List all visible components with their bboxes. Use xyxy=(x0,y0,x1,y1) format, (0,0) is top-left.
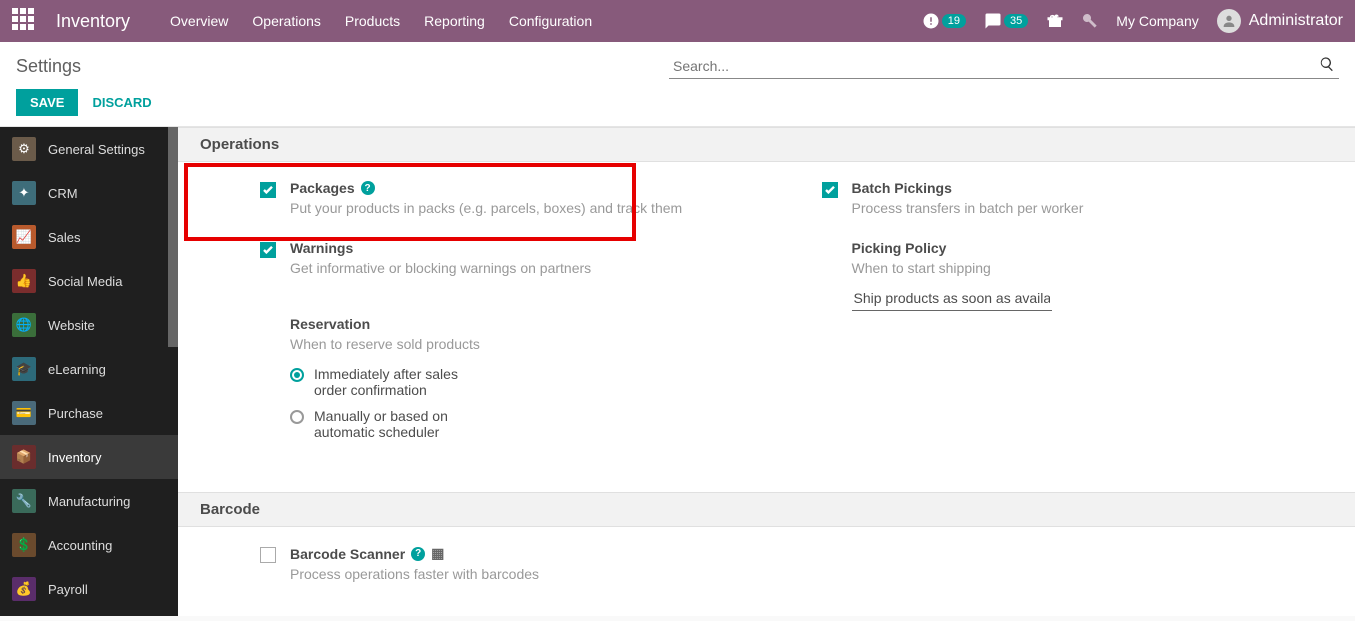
sidebar-item-website[interactable]: 🌐Website xyxy=(0,303,178,347)
save-button[interactable]: SAVE xyxy=(16,89,78,116)
warnings-checkbox[interactable] xyxy=(260,242,276,258)
gift-icon[interactable] xyxy=(1046,12,1064,30)
activities-badge: 19 xyxy=(942,14,966,28)
picking-policy-select[interactable] xyxy=(852,286,1052,311)
sidebar-label: eLearning xyxy=(48,362,106,377)
barcode-checkbox[interactable] xyxy=(260,547,276,563)
barcode-icon: ▦ xyxy=(431,545,444,562)
picking-desc: When to start shipping xyxy=(852,260,1052,276)
setting-batch-pickings: Batch Pickings Process transfers in batc… xyxy=(822,180,1344,216)
packages-checkbox[interactable] xyxy=(260,182,276,198)
batch-desc: Process transfers in batch per worker xyxy=(852,200,1084,216)
reservation-option-manual[interactable]: Manually or based on automatic scheduler xyxy=(290,408,494,440)
nav-overview[interactable]: Overview xyxy=(170,13,228,29)
nav-configuration[interactable]: Configuration xyxy=(509,13,592,29)
page-title: Settings xyxy=(16,56,81,77)
sidebar-item-elearning[interactable]: 🎓eLearning xyxy=(0,347,178,391)
activities-icon[interactable]: 19 xyxy=(922,12,966,30)
sidebar-item-manufacturing[interactable]: 🔧Manufacturing xyxy=(0,479,178,523)
sidebar-item-sales[interactable]: 📈Sales xyxy=(0,215,178,259)
nav-operations[interactable]: Operations xyxy=(252,13,320,29)
user-name: Administrator xyxy=(1249,12,1343,30)
sidebar-label: Sales xyxy=(48,230,81,245)
sidebar-item-purchase[interactable]: 💳Purchase xyxy=(0,391,178,435)
reservation-desc: When to reserve sold products xyxy=(290,336,494,352)
help-icon[interactable]: ? xyxy=(361,181,375,195)
sidebar-label: General Settings xyxy=(48,142,145,157)
batch-checkbox[interactable] xyxy=(822,182,838,198)
sidebar-item-social-media[interactable]: 👍Social Media xyxy=(0,259,178,303)
reservation-option-immediate[interactable]: Immediately after sales order confirmati… xyxy=(290,366,494,398)
sidebar-item-accounting[interactable]: 💲Accounting xyxy=(0,523,178,567)
section-barcode-header: Barcode xyxy=(178,492,1355,527)
batch-title: Batch Pickings xyxy=(852,180,952,196)
messages-icon[interactable]: 35 xyxy=(984,12,1028,30)
nav-right: 19 35 My Company Administrator xyxy=(922,9,1343,33)
sidebar-label: Inventory xyxy=(48,450,101,465)
settings-content: Operations Packages? Put your products i… xyxy=(178,127,1355,616)
avatar xyxy=(1217,9,1241,33)
setting-reservation: Reservation When to reserve sold product… xyxy=(260,316,782,450)
barcode-title: Barcode Scanner xyxy=(290,546,405,562)
radio-label: Immediately after sales order confirmati… xyxy=(314,366,494,398)
sidebar-item-general-settings[interactable]: ⚙General Settings xyxy=(0,127,178,171)
sidebar-label: Purchase xyxy=(48,406,103,421)
radio-immediate[interactable] xyxy=(290,368,304,382)
sidebar-item-project[interactable]: 🧩Project xyxy=(0,611,178,616)
search-icon[interactable] xyxy=(1319,56,1335,77)
sidebar-scrollbar[interactable] xyxy=(168,127,178,347)
discard-button[interactable]: DISCARD xyxy=(92,95,151,110)
sidebar-label: Manufacturing xyxy=(48,494,130,509)
app-title[interactable]: Inventory xyxy=(56,11,130,32)
nav-items: Overview Operations Products Reporting C… xyxy=(170,13,592,29)
warnings-desc: Get informative or blocking warnings on … xyxy=(290,260,591,276)
sidebar-label: Payroll xyxy=(48,582,88,597)
main: ⚙General Settings ✦CRM 📈Sales 👍Social Me… xyxy=(0,127,1355,616)
sidebar-item-inventory[interactable]: 📦Inventory xyxy=(0,435,178,479)
sidebar-label: Accounting xyxy=(48,538,112,553)
top-nav: Inventory Overview Operations Products R… xyxy=(0,0,1355,42)
reservation-title: Reservation xyxy=(290,316,370,332)
setting-packages: Packages? Put your products in packs (e.… xyxy=(260,180,782,216)
search-box xyxy=(669,54,1339,79)
sidebar-label: Social Media xyxy=(48,274,122,289)
apps-icon[interactable] xyxy=(12,8,38,34)
nav-reporting[interactable]: Reporting xyxy=(424,13,485,29)
section-operations-header: Operations xyxy=(178,127,1355,162)
user-menu[interactable]: Administrator xyxy=(1217,9,1343,33)
sidebar-label: Website xyxy=(48,318,95,333)
messages-badge: 35 xyxy=(1004,14,1028,28)
control-bar: Settings SAVE DISCARD xyxy=(0,42,1355,127)
nav-products[interactable]: Products xyxy=(345,13,400,29)
search-input[interactable] xyxy=(669,54,1339,79)
setting-picking-policy: Picking Policy When to start shipping xyxy=(822,240,1344,311)
sidebar-item-payroll[interactable]: 💰Payroll xyxy=(0,567,178,611)
help-icon[interactable]: ? xyxy=(411,547,425,561)
barcode-desc: Process operations faster with barcodes xyxy=(290,566,539,582)
warnings-title: Warnings xyxy=(290,240,353,256)
sidebar-label: CRM xyxy=(48,186,78,201)
radio-label: Manually or based on automatic scheduler xyxy=(314,408,494,440)
wrench-icon[interactable] xyxy=(1082,13,1098,29)
radio-manual[interactable] xyxy=(290,410,304,424)
company-selector[interactable]: My Company xyxy=(1116,13,1198,29)
picking-title: Picking Policy xyxy=(852,240,947,256)
setting-warnings: Warnings Get informative or blocking war… xyxy=(260,240,782,276)
settings-sidebar: ⚙General Settings ✦CRM 📈Sales 👍Social Me… xyxy=(0,127,178,616)
sidebar-item-crm[interactable]: ✦CRM xyxy=(0,171,178,215)
packages-title: Packages xyxy=(290,180,355,196)
setting-barcode-scanner: Barcode Scanner ? ▦ Process operations f… xyxy=(260,545,782,582)
packages-desc: Put your products in packs (e.g. parcels… xyxy=(290,200,682,216)
